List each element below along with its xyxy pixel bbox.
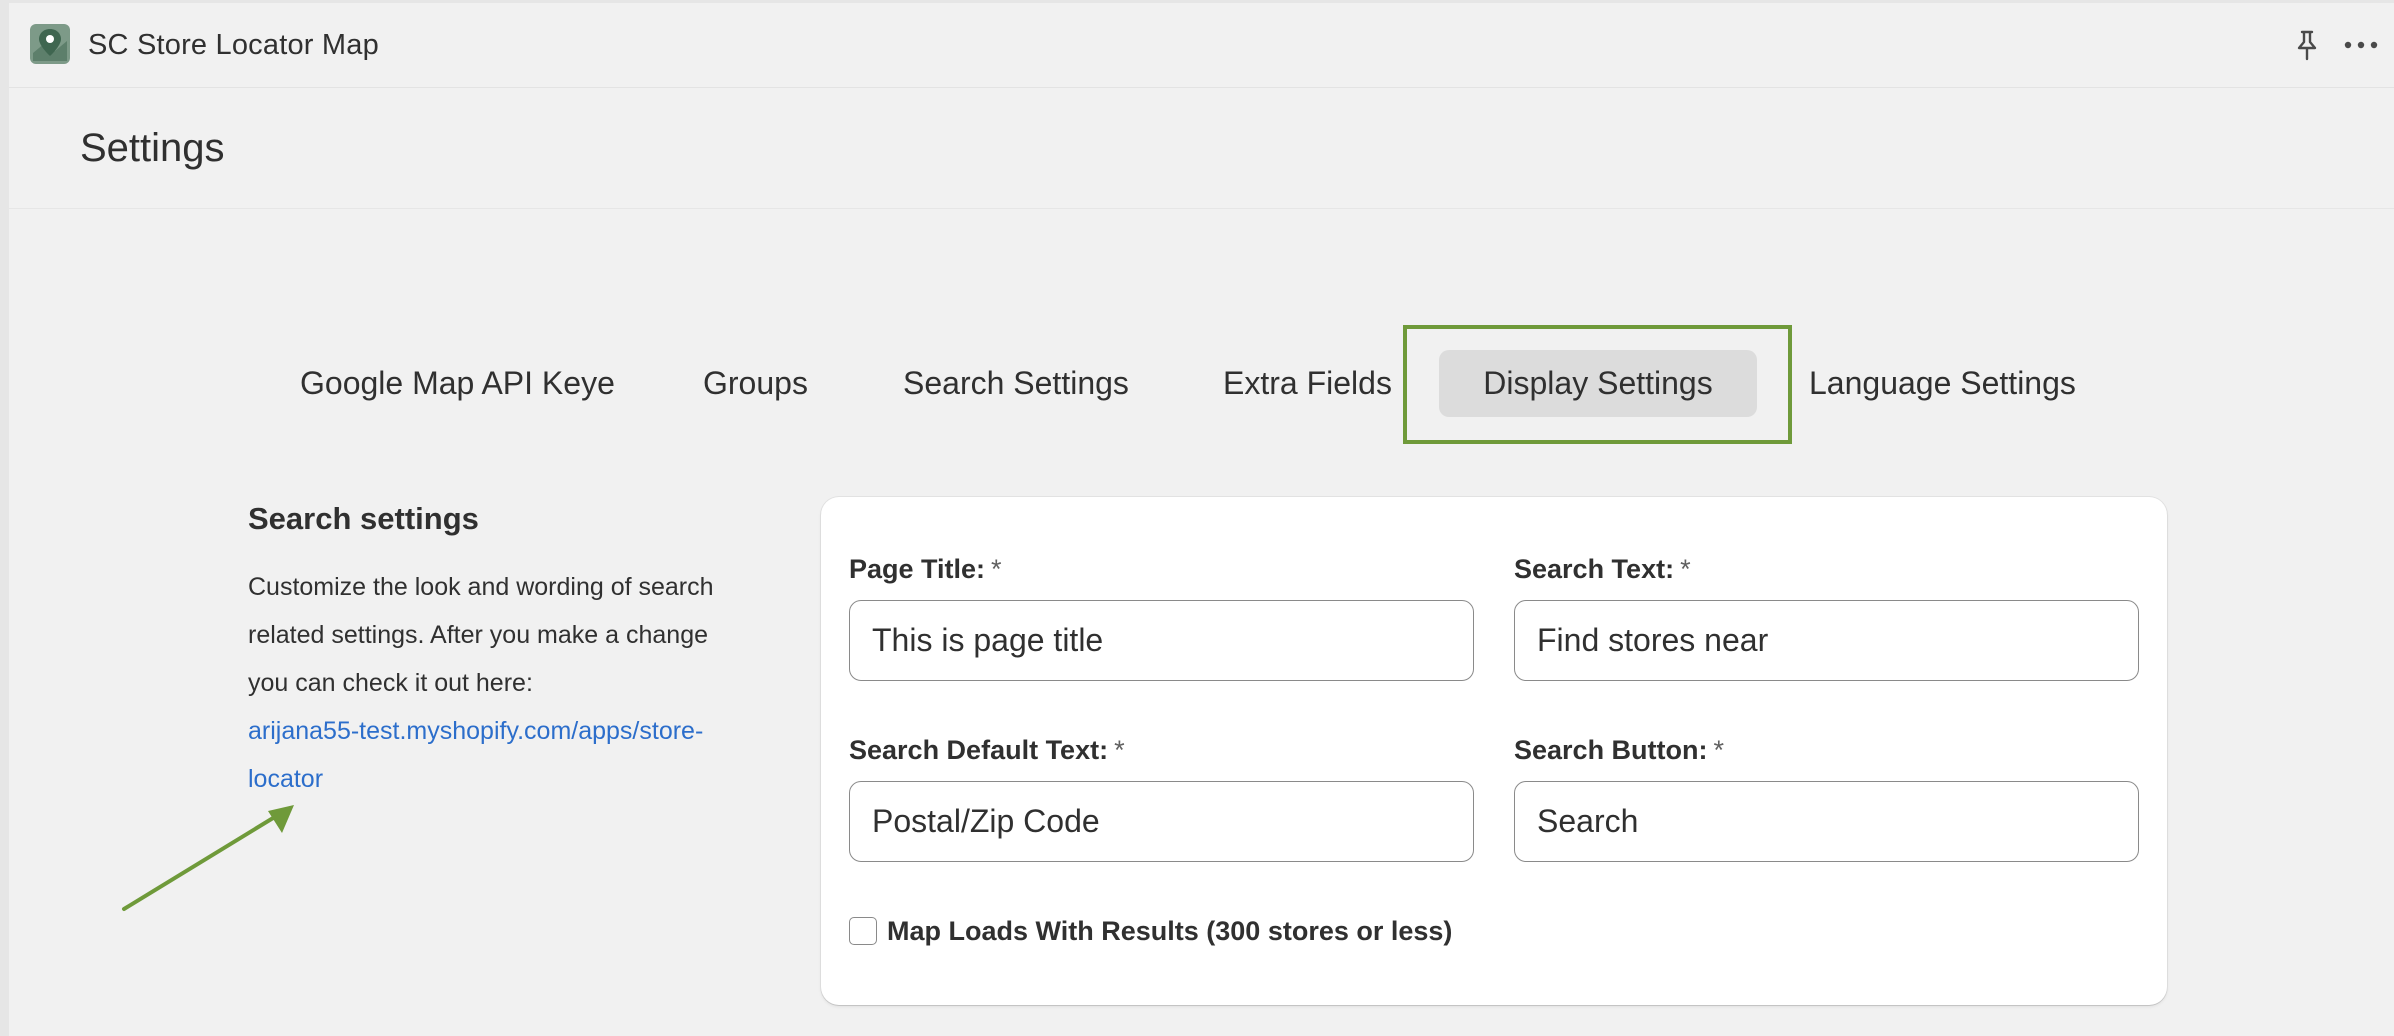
- required-marker: *: [991, 554, 1002, 584]
- search-default-text-input[interactable]: [849, 781, 1474, 862]
- section-heading: Search settings: [248, 501, 479, 536]
- tab-search-settings[interactable]: Search Settings: [903, 337, 1129, 430]
- map-loads-option[interactable]: Map Loads With Results (300 stores or le…: [849, 915, 1452, 947]
- map-pin-logo-icon: [30, 24, 70, 64]
- search-button-label-text: Search Button:: [1514, 735, 1708, 765]
- tab-extra-fields[interactable]: Extra Fields: [1223, 337, 1392, 430]
- search-text-label: Search Text: *: [1514, 554, 1691, 585]
- required-marker: *: [1114, 735, 1125, 765]
- required-marker: *: [1680, 554, 1691, 584]
- page-title-label-text: Page Title:: [849, 554, 986, 584]
- search-text-label-text: Search Text:: [1514, 554, 1675, 584]
- store-locator-link[interactable]: arijana55-test.myshopify.com/apps/store-…: [248, 707, 768, 803]
- tab-groups[interactable]: Groups: [703, 337, 808, 430]
- search-button-label: Search Button: *: [1514, 735, 1724, 766]
- pin-icon[interactable]: [2292, 29, 2322, 61]
- more-horizontal-icon[interactable]: [2343, 37, 2379, 53]
- page-title-input[interactable]: [849, 600, 1474, 681]
- app-bar: SC Store Locator Map: [9, 3, 2394, 88]
- page-title: Settings: [80, 126, 225, 170]
- search-text-input[interactable]: [1514, 600, 2139, 681]
- map-loads-checkbox[interactable]: [849, 917, 877, 945]
- search-default-text-label-text: Search Default Text:: [849, 735, 1109, 765]
- section-description: Customize the look and wording of search…: [248, 573, 714, 697]
- required-marker: *: [1713, 735, 1725, 765]
- page-header: Settings: [9, 88, 2394, 209]
- search-settings-card: Page Title:* Search Text:* Search Defaul…: [821, 497, 2167, 1005]
- tab-google-map-api-key[interactable]: Google Map API Keye: [300, 337, 615, 430]
- app-title: SC Store Locator Map: [88, 29, 379, 61]
- map-loads-label: Map Loads With Results (300 stores or le…: [887, 915, 1453, 946]
- page-title-label: Page Title: *: [849, 554, 1002, 585]
- tab-language-settings[interactable]: Language Settings: [1809, 337, 2076, 430]
- arrow-annotation-icon: [122, 805, 294, 911]
- search-button-input[interactable]: [1514, 781, 2139, 862]
- tab-highlight-box: [1403, 325, 1792, 444]
- search-default-text-label: Search Default Text: *: [849, 735, 1125, 766]
